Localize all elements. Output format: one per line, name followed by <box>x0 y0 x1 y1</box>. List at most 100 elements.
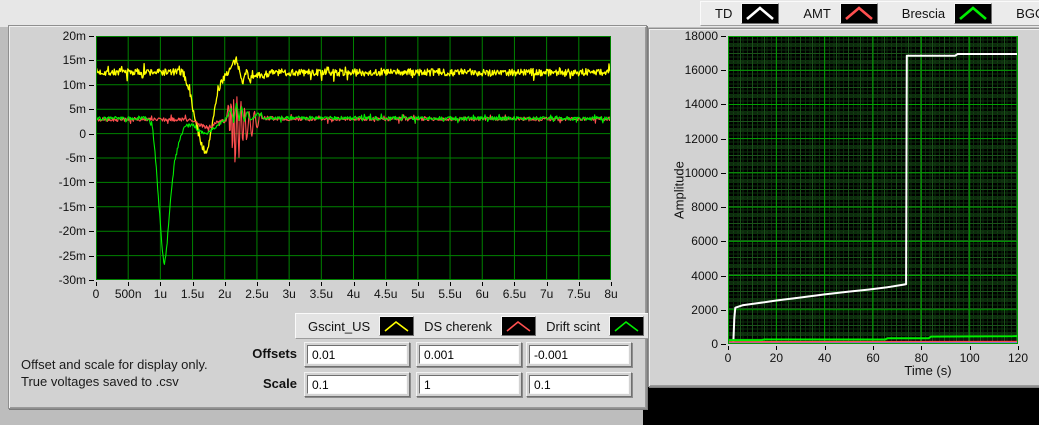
y-tick-label: 2000 <box>691 302 718 317</box>
y-tick-mark <box>89 84 94 86</box>
waveform-y-axis: 20m 15m 10m 5m 0 -5m -10m -15m -20m -25m -30m <box>9 29 96 287</box>
scale-input-ds-cherenk[interactable] <box>419 375 519 394</box>
scale-control-ds-cherenk <box>416 372 522 397</box>
y-tick-mark <box>89 60 94 62</box>
y-tick-label: -15m <box>58 199 86 214</box>
scale-control-gscint-us <box>304 372 410 397</box>
offset-note: Offset and scale for display only. True … <box>21 356 208 390</box>
y-tick-label: 4000 <box>691 268 718 283</box>
x-tick-mark <box>969 346 971 350</box>
y-tick-mark <box>721 309 726 311</box>
x-tick-mark <box>353 282 355 286</box>
x-tick-label: 4u <box>346 287 361 301</box>
y-tick-label: -20m <box>58 224 86 239</box>
y-tick-mark <box>721 207 726 209</box>
x-tick-label: 8u <box>604 287 618 301</box>
x-tick-mark <box>224 282 226 286</box>
offset-input-gscint-us[interactable] <box>307 345 407 364</box>
y-tick-mark <box>721 138 726 140</box>
strip-chart-legend: TD AMT Brescia BGO <box>700 1 1039 26</box>
x-tick-label: 20 <box>769 351 784 365</box>
x-tick-label: 3.5u <box>309 287 333 301</box>
x-tick-label: 1.5u <box>180 287 205 301</box>
y-tick-mark <box>721 36 726 37</box>
x-tick-mark <box>417 282 419 286</box>
y-tick-label: -30m <box>58 273 86 287</box>
y-tick-mark <box>89 206 94 208</box>
legend-trace-swatch-icon <box>839 3 878 24</box>
waveform-plot-area <box>96 36 611 280</box>
legend-item-brescia[interactable]: Brescia <box>902 3 993 24</box>
legend-item-gscint-us[interactable]: Gscint_US <box>308 316 415 336</box>
y-tick-label: 0 <box>79 126 86 141</box>
strip-chart-plot-area <box>728 36 1018 344</box>
offset-note-line1: Offset and scale for display only. <box>21 357 208 372</box>
y-tick-label: 15m <box>62 53 86 68</box>
y-tick-mark <box>721 70 726 72</box>
x-tick-mark <box>728 346 729 350</box>
legend-item-ds-cherenk[interactable]: DS cherenk <box>424 316 537 336</box>
legend-trace-swatch-icon <box>379 316 415 336</box>
y-tick-mark <box>89 36 94 37</box>
y-tick-label: 14000 <box>684 97 718 112</box>
y-tick-mark <box>721 275 726 277</box>
legend-label: Gscint_US <box>308 318 371 334</box>
legend-trace-swatch-icon <box>954 3 993 24</box>
legend-label: DS cherenk <box>424 318 493 334</box>
offset-input-ds-cherenk[interactable] <box>419 345 519 364</box>
x-tick-label: 1u <box>153 287 168 301</box>
legend-item-bgo[interactable]: BGO <box>1016 3 1039 24</box>
x-tick-label: 4.5u <box>374 287 398 301</box>
x-tick-mark <box>192 282 194 286</box>
legend-item-amt[interactable]: AMT <box>803 3 878 24</box>
scale-input-drift-scint[interactable] <box>529 375 629 394</box>
y-tick-label: 5m <box>69 102 86 117</box>
y-tick-label: 18000 <box>684 29 718 43</box>
legend-item-drift-scint[interactable]: Drift scint <box>546 316 645 336</box>
y-tick-label: -5m <box>65 151 86 165</box>
y-tick-label: 20m <box>62 29 86 43</box>
offset-input-drift-scint[interactable] <box>529 345 629 364</box>
x-tick-label: 2.5u <box>245 287 269 301</box>
y-tick-mark <box>721 241 726 243</box>
y-tick-label: 10m <box>62 77 86 92</box>
y-tick-label: 10000 <box>684 165 718 180</box>
y-tick-label: -25m <box>58 248 86 263</box>
vi-front-panel: { "window": { "note_line1": "Offset and … <box>0 0 1039 425</box>
scale-row-label: Scale <box>263 376 297 391</box>
x-tick-mark <box>578 282 580 286</box>
x-tick-mark <box>128 282 130 286</box>
legend-label: AMT <box>803 6 831 21</box>
x-tick-label: 0 <box>92 287 100 301</box>
background-void <box>643 386 1039 425</box>
x-tick-mark <box>96 282 97 286</box>
y-tick-mark <box>89 255 94 257</box>
strip-chart-panel: 0 2000 4000 6000 8000 10000 12000 14000 16000 180… <box>648 28 1039 387</box>
y-tick-mark <box>721 104 726 106</box>
legend-label: Drift scint <box>546 318 601 334</box>
x-tick-label: 5u <box>411 287 425 301</box>
x-tick-mark <box>160 282 162 286</box>
offset-control-drift-scint <box>526 342 632 367</box>
x-tick-label: 500n <box>114 287 142 301</box>
x-tick-mark <box>1018 346 1019 350</box>
x-tick-label: 2u <box>218 287 232 301</box>
offset-note-line2: True voltages saved to .csv <box>21 374 179 389</box>
offset-control-ds-cherenk <box>416 342 522 367</box>
y-tick-mark <box>721 344 726 345</box>
scale-input-gscint-us[interactable] <box>307 375 407 394</box>
y-tick-mark <box>89 158 94 159</box>
x-tick-mark <box>546 282 548 286</box>
y-tick-mark <box>89 280 94 281</box>
waveform-graph-panel: 20m 15m 10m 5m 0 -5m -10m -15m -20m -25m -30m 0 500… <box>8 25 655 409</box>
x-tick-mark <box>824 346 826 350</box>
x-tick-mark <box>611 282 612 286</box>
offset-control-gscint-us <box>304 342 410 367</box>
y-tick-label: 6000 <box>691 234 718 249</box>
x-tick-mark <box>514 282 516 286</box>
x-tick-mark <box>321 282 323 286</box>
x-tick-label: 6u <box>475 287 489 301</box>
legend-item-td[interactable]: TD <box>715 3 780 24</box>
x-tick-label: 0 <box>724 351 732 365</box>
x-tick-label: 7u <box>539 287 554 301</box>
